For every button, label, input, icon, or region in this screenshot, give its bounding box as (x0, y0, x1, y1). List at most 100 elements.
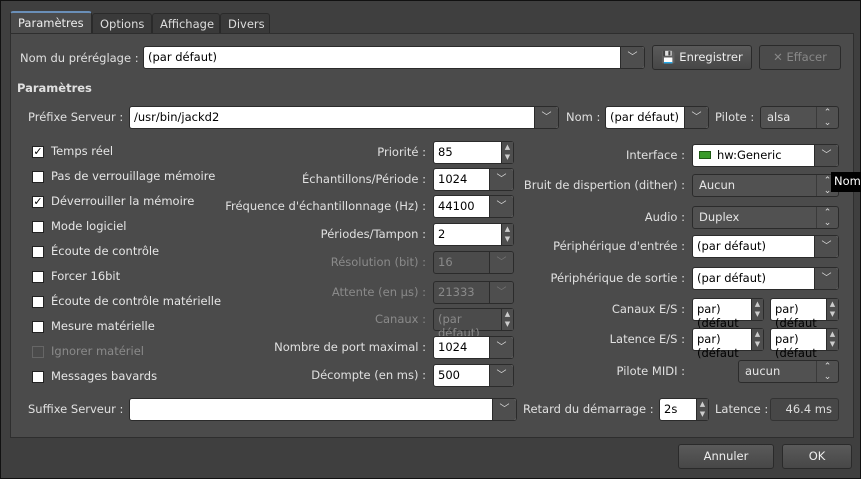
indev-combo[interactable]: (par défaut) ﹀ (692, 235, 839, 258)
checkbox-label[interactable]: Écoute de contrôle (51, 244, 159, 258)
chan_io-out-spinbox[interactable]: (par défaut) ▲ ▼ (770, 298, 839, 330)
chevron-down-icon[interactable]: ﹀ (489, 365, 513, 386)
checkbox[interactable] (32, 296, 44, 308)
checkbox-label[interactable]: Forcer 16bit (51, 269, 120, 283)
outdev-value[interactable]: (par défaut) (693, 268, 814, 289)
preset-value[interactable]: (par défaut) (144, 47, 620, 68)
checkbox[interactable]: ✓ (32, 146, 44, 158)
ports-combo[interactable]: 1024 ﹀ (433, 336, 514, 359)
chan_io-out-value[interactable]: (par défaut) (771, 299, 826, 330)
chevron-down-icon[interactable]: ﹀ (814, 236, 838, 257)
delete-button[interactable]: ✕ Effacer (759, 45, 841, 70)
tab-affichage[interactable]: Affichage (152, 13, 220, 34)
spin-arrows-icon[interactable]: ▲ ▼ (696, 399, 708, 420)
preset-combo[interactable]: (par défaut) ﹀ (143, 46, 645, 69)
frames-label: Échantillons/Période : (302, 172, 426, 186)
tab-options[interactable]: Options (92, 13, 152, 34)
checkbox[interactable] (32, 321, 44, 333)
midi-select[interactable]: aucun ⌃ ⌄ (738, 360, 839, 383)
chan_io-in-value[interactable]: (par défaut) (693, 299, 751, 330)
lat_io-out-value[interactable]: (par défaut) (771, 329, 826, 360)
priority-value[interactable]: 85 (434, 142, 501, 163)
audio-select[interactable]: Duplex ⌃ ⌄ (692, 206, 839, 229)
name-value[interactable]: (par défaut) (606, 107, 684, 128)
chan_io-in-spinbox[interactable]: (par défaut) ▲ ▼ (692, 298, 764, 330)
timeout-value[interactable]: 500 (434, 365, 489, 386)
spin-arrows-icon[interactable]: ▲ ▼ (501, 142, 513, 163)
checkbox-label[interactable]: Écoute de contrôle matérielle (51, 294, 221, 308)
chevron-down-icon[interactable]: ﹀ (534, 107, 558, 128)
interface-combo[interactable]: hw:Generic ﹀ (692, 144, 839, 167)
chevron-down-icon[interactable]: ﹀ (492, 399, 516, 420)
timeout-combo[interactable]: 500 ﹀ (433, 364, 514, 387)
server-prefix-combo[interactable]: /usr/bin/jackd2 ﹀ (129, 106, 559, 129)
checkbox-label[interactable]: Ignorer matériel (51, 344, 144, 358)
interface-value[interactable]: hw:Generic (693, 145, 814, 166)
spin-arrows-icon[interactable]: ▲ ▼ (751, 299, 763, 320)
chevron-down-icon[interactable]: ﹀ (814, 145, 838, 166)
priority-spinbox[interactable]: 85 ▲ ▼ (433, 141, 514, 164)
chan_io-label: Canaux E/S : (611, 302, 685, 316)
spin-arrows-icon[interactable]: ▲ ▼ (501, 224, 513, 245)
rate-combo[interactable]: 44100 ﹀ (433, 195, 514, 218)
chevron-down-icon[interactable]: ﹀ (489, 196, 513, 217)
checkbox-label[interactable]: Mesure matérielle (51, 319, 155, 333)
frames-combo[interactable]: 1024 ﹀ (433, 168, 514, 191)
suffix-value[interactable] (130, 399, 492, 420)
chevron-down-icon[interactable]: ﹀ (814, 268, 838, 289)
save-button[interactable]: 💾 Enregistrer (652, 45, 752, 70)
checkbox-label[interactable]: Déverrouiller la mémoire (51, 194, 194, 208)
checkbox[interactable] (32, 171, 44, 183)
chevron-down-icon[interactable]: ﹀ (684, 107, 708, 128)
checkbox-label[interactable]: Mode logiciel (51, 219, 127, 233)
preset-label: Nom du préréglage : (20, 51, 139, 65)
checkbox[interactable] (32, 271, 44, 283)
wait-combo[interactable]: 21333 ﹀ (433, 281, 514, 304)
cancel-button[interactable]: Annuler (678, 444, 774, 469)
chevron-down-icon[interactable]: ﹀ (489, 169, 513, 190)
chevron-down-icon[interactable]: ﹀ (489, 252, 513, 273)
driver-select[interactable]: alsa ⌃ ⌄ (760, 106, 839, 129)
lat_io-out-spinbox[interactable]: (par défaut) ▲ ▼ (770, 328, 839, 360)
outdev-combo[interactable]: (par défaut) ﹀ (692, 267, 839, 290)
spin-arrows-icon[interactable]: ▲ ▼ (501, 309, 513, 330)
spin-arrows-icon[interactable]: ▲ ▼ (826, 329, 838, 350)
spin-arrows-icon[interactable]: ▲ ▼ (751, 329, 763, 350)
checkbox-label[interactable]: Pas de verrouillage mémoire (51, 169, 215, 183)
checkbox[interactable] (32, 221, 44, 233)
suffix-combo[interactable]: ﹀ (129, 398, 517, 421)
start-delay-spinbox[interactable]: 2s ▲ ▼ (659, 398, 709, 421)
server-prefix-value[interactable]: /usr/bin/jackd2 (130, 107, 534, 128)
start-delay-value[interactable]: 2s (660, 399, 696, 420)
periods-value[interactable]: 2 (434, 224, 501, 245)
frames-value[interactable]: 1024 (434, 169, 489, 190)
ports-value[interactable]: 1024 (434, 337, 489, 358)
checkbox[interactable]: ✓ (32, 196, 44, 208)
chan-spinbox[interactable]: (par défaut) ▲ ▼ (433, 308, 514, 340)
checkbox-label[interactable]: Temps réel (51, 144, 113, 158)
chevron-down-icon[interactable]: ﹀ (620, 47, 644, 68)
rate-value[interactable]: 44100 (434, 196, 489, 217)
periods-spinbox[interactable]: 2 ▲ ▼ (433, 223, 514, 246)
chevron-down-icon[interactable]: ﹀ (489, 337, 513, 358)
checkbox-label[interactable]: Messages bavards (51, 369, 157, 383)
lat_io-in-value[interactable]: (par défaut) (693, 329, 751, 360)
ports-label: Nombre de port maximal : (274, 340, 426, 354)
chevron-down-icon[interactable]: ﹀ (489, 282, 513, 303)
lat_io-in-spinbox[interactable]: (par défaut) ▲ ▼ (692, 328, 764, 360)
chan-value[interactable]: (par défaut) (434, 309, 501, 340)
name-combo[interactable]: (par défaut) ﹀ (605, 106, 709, 129)
wordlength-label: Résolution (bit) : (330, 255, 426, 269)
tab-parametres[interactable]: Paramètres (10, 11, 92, 34)
spin-arrows-icon[interactable]: ▲ ▼ (826, 299, 838, 320)
indev-value[interactable]: (par défaut) (693, 236, 814, 257)
checkbox[interactable] (32, 246, 44, 258)
checkbox[interactable] (32, 371, 44, 383)
wordlength-value[interactable]: 16 (434, 252, 489, 273)
checkbox[interactable] (32, 346, 44, 358)
wait-value[interactable]: 21333 (434, 282, 489, 303)
wordlength-combo[interactable]: 16 ﹀ (433, 251, 514, 274)
tab-divers[interactable]: Divers (220, 13, 270, 34)
dither-select[interactable]: Aucun ⌃ ⌄ (692, 174, 839, 197)
ok-button[interactable]: OK (782, 444, 852, 469)
